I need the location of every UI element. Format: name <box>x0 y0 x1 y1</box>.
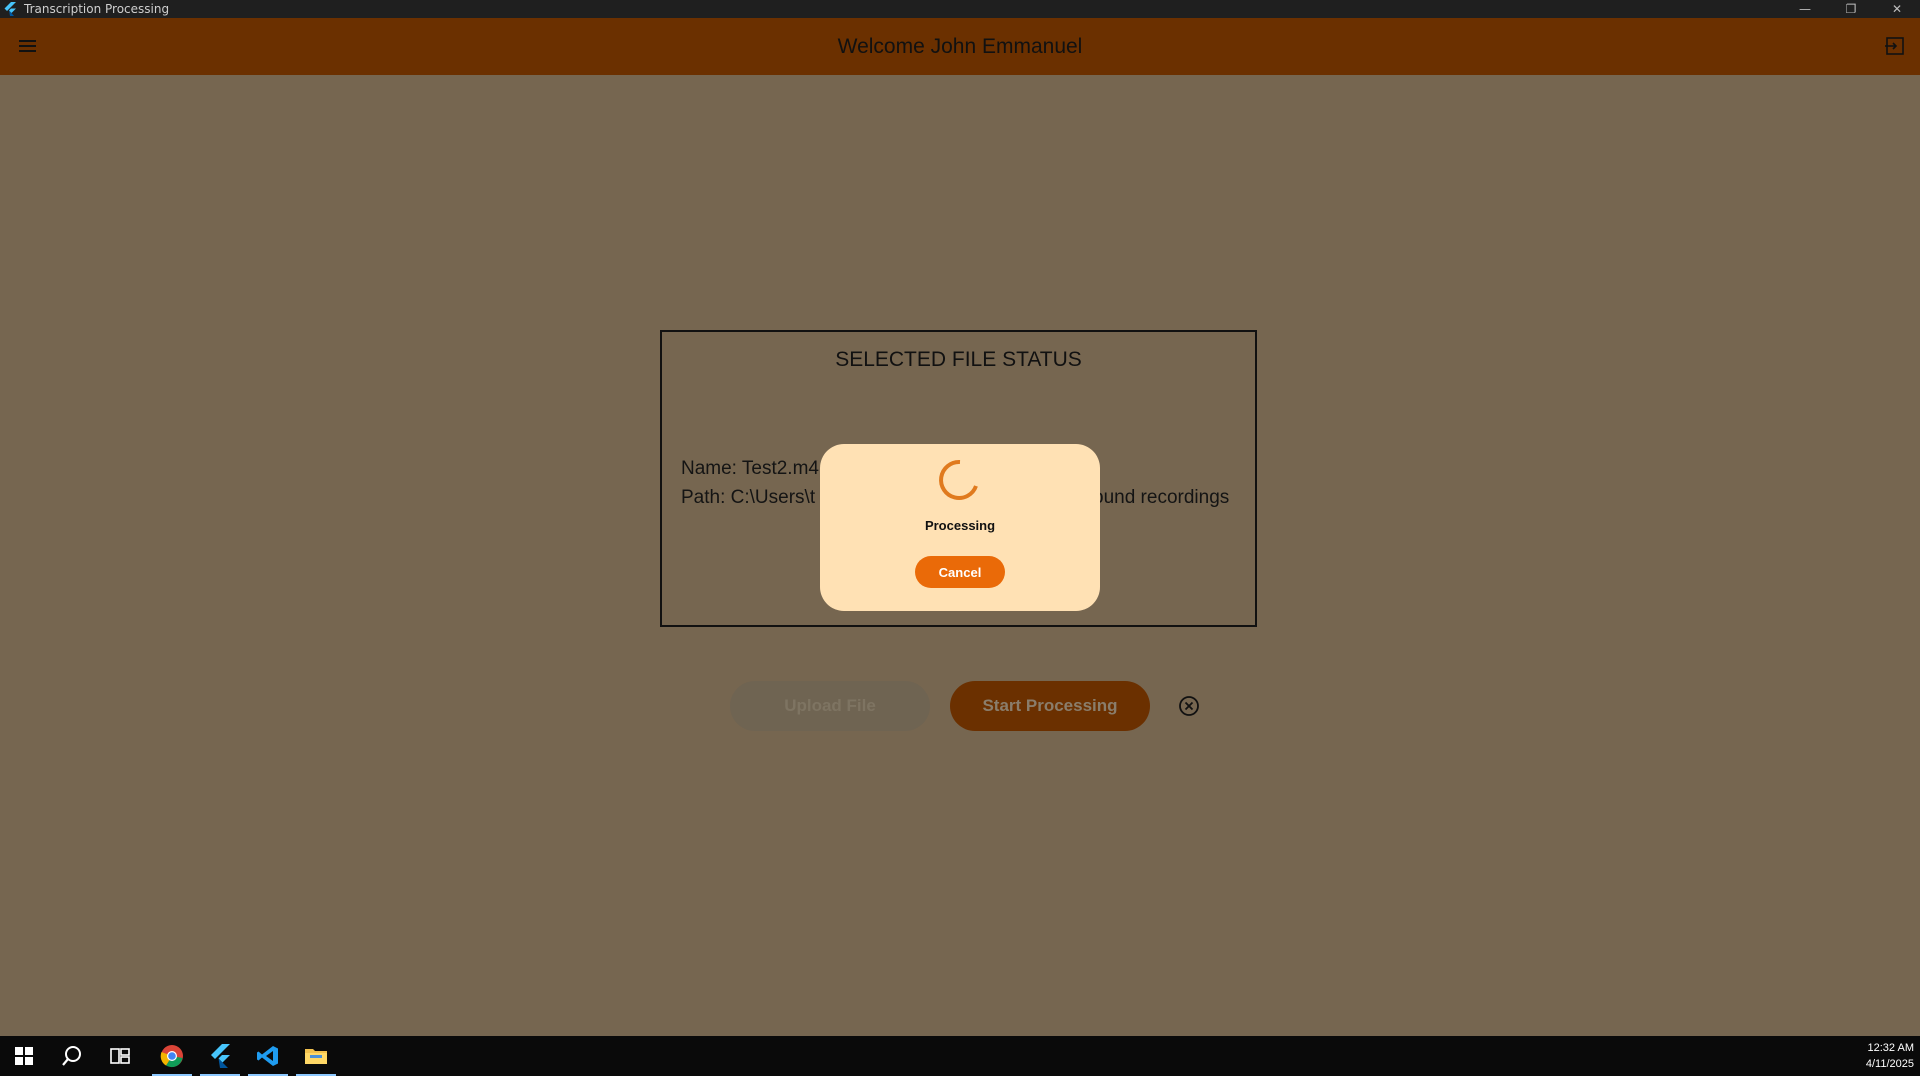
file-explorer-icon[interactable] <box>292 1036 340 1076</box>
hamburger-menu-icon[interactable] <box>18 36 38 56</box>
cancel-button[interactable]: Cancel <box>915 556 1005 588</box>
window-title: Transcription Processing <box>24 2 170 16</box>
clock-date: 4/11/2025 <box>1865 1058 1914 1070</box>
restore-button[interactable]: ❐ <box>1828 0 1874 18</box>
logout-icon[interactable] <box>1884 35 1906 57</box>
windows-taskbar: 12:32 AM 4/11/2025 <box>0 1036 1920 1076</box>
start-icon[interactable] <box>0 1036 48 1076</box>
chrome-icon[interactable] <box>148 1036 196 1076</box>
loading-spinner-icon <box>938 458 982 502</box>
clock-time: 12:32 AM <box>1867 1042 1914 1054</box>
processing-dialog: Processing Cancel <box>820 444 1100 611</box>
close-circle-icon[interactable] <box>1178 695 1200 717</box>
file-path-text: Path: C:\Users\t <box>681 487 816 508</box>
welcome-title: Welcome John Emmanuel <box>837 34 1083 58</box>
upload-file-button[interactable]: Upload File <box>730 681 930 731</box>
status-card-heading: SELECTED FILE STATUS <box>835 348 1082 371</box>
app-window: Transcription Processing — ❐ ✕ Welcome J… <box>0 0 1920 1076</box>
file-path-text-end: ound recordings <box>1093 487 1230 508</box>
app-bar: Welcome John Emmanuel <box>0 18 1920 75</box>
minimize-button[interactable]: — <box>1782 0 1828 18</box>
file-name-text: Name: Test2.m4 <box>681 458 819 479</box>
start-processing-button[interactable]: Start Processing <box>950 681 1150 731</box>
search-icon[interactable] <box>48 1036 96 1076</box>
flutter-icon[interactable] <box>196 1036 244 1076</box>
task-view-icon[interactable] <box>96 1036 144 1076</box>
flutter-app-icon <box>4 2 18 16</box>
processing-status-text: Processing <box>924 518 996 533</box>
close-window-button[interactable]: ✕ <box>1874 0 1920 18</box>
system-clock[interactable]: 12:32 AM 4/11/2025 <box>1844 1040 1914 1072</box>
window-title-bar: Transcription Processing — ❐ ✕ <box>0 0 1920 18</box>
vscode-icon[interactable] <box>244 1036 292 1076</box>
